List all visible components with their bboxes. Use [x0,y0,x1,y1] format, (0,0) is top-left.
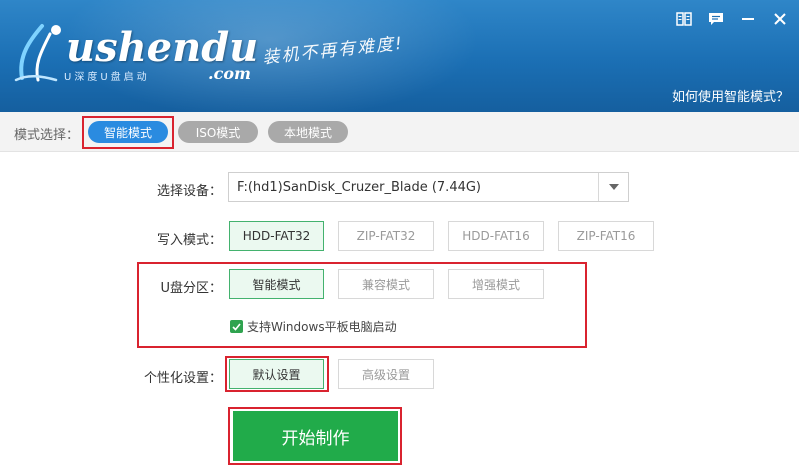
logo-subtitle: U深度U盘启动 [64,72,150,83]
chevron-down-icon[interactable] [598,173,628,201]
device-select[interactable]: F:(hd1)SanDisk_Cruzer_Blade (7.44G) [228,172,629,202]
tab-local-mode[interactable]: 本地模式 [268,121,348,143]
mode-bar: 模式选择： 智能模式 ISO模式 本地模式 [0,112,799,152]
write-mode-hdd-fat16[interactable]: HDD-FAT16 [448,221,544,251]
feedback-icon[interactable] [707,10,725,28]
write-mode-hdd-fat32[interactable]: HDD-FAT32 [229,221,324,251]
partition-compatible-mode[interactable]: 兼容模式 [338,269,434,299]
logo: ushendu U深度U盘启动 .com [12,20,258,90]
advanced-settings-button[interactable]: 高级设置 [338,359,434,389]
device-value: F:(hd1)SanDisk_Cruzer_Blade (7.44G) [237,179,482,195]
partition-smart-mode[interactable]: 智能模式 [229,269,324,299]
app-header: ushendu U深度U盘启动 .com 装机不再有难度! 如何使用智能模式？ [0,0,799,112]
partition-enhanced-mode[interactable]: 增强模式 [448,269,544,299]
manual-icon[interactable] [675,10,693,28]
partition-label: U盘分区： [160,281,222,296]
personalize-label: 个性化设置： [143,371,222,386]
tab-iso-mode[interactable]: ISO模式 [178,121,258,143]
start-button[interactable]: 开始制作 [233,411,398,461]
device-label: 选择设备： [156,184,222,199]
checkbox-label: 支持Windows平板电脑启动 [247,320,397,334]
tab-smart-mode[interactable]: 智能模式 [88,121,168,143]
default-settings-button[interactable]: 默认设置 [229,359,324,389]
help-link[interactable]: 如何使用智能模式？ [672,86,789,105]
window-controls [675,10,789,28]
checkbox-checked-icon[interactable] [230,320,243,333]
write-mode-zip-fat32[interactable]: ZIP-FAT32 [338,221,434,251]
logo-domain: .com [208,64,251,83]
minimize-icon[interactable] [739,10,757,28]
close-icon[interactable] [771,10,789,28]
mode-label: 模式选择： [14,128,80,143]
write-mode-label: 写入模式： [156,233,222,248]
write-mode-zip-fat16[interactable]: ZIP-FAT16 [558,221,654,251]
tablet-boot-checkbox[interactable]: 支持Windows平板电脑启动 [230,318,397,335]
logo-mark-icon [14,24,61,82]
